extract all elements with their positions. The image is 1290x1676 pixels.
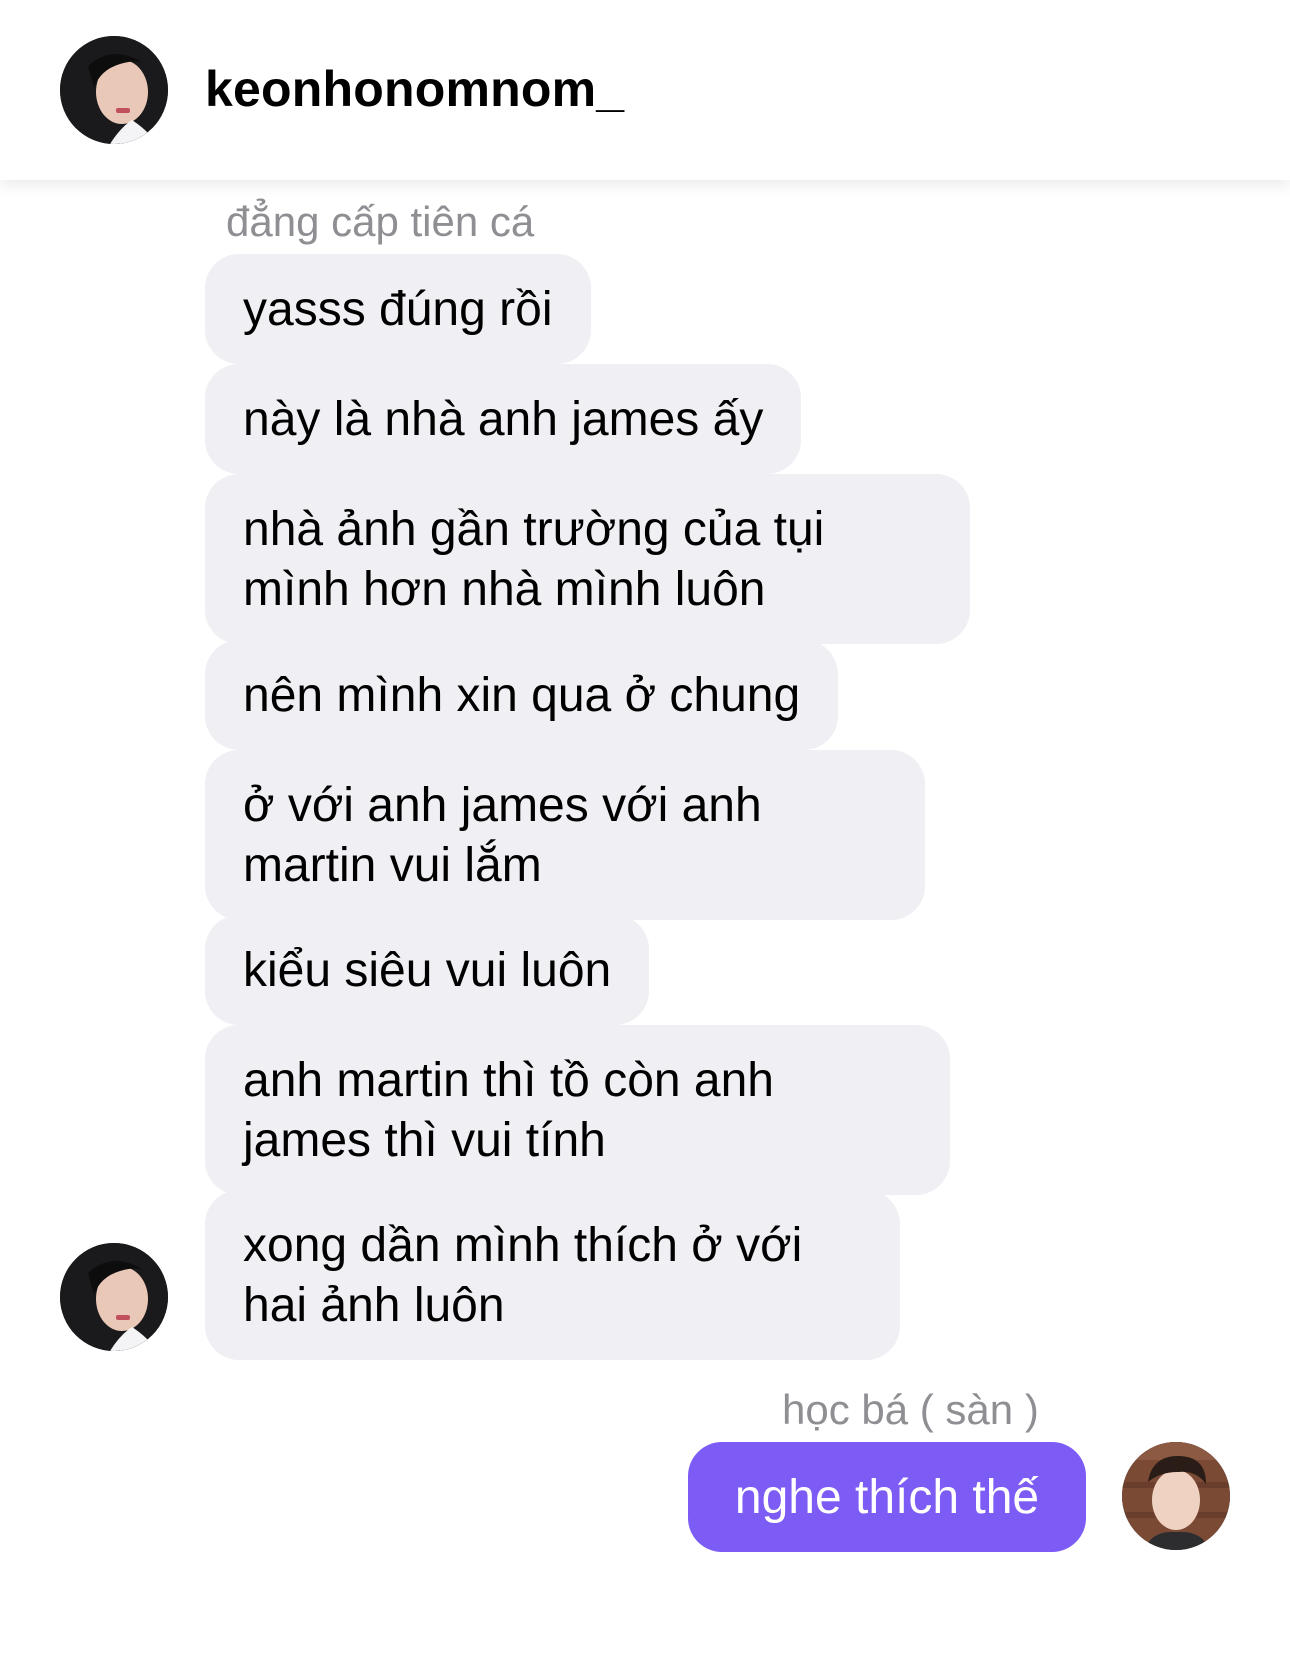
outgoing-sender-label: học bá ( sàn ) <box>782 1386 1039 1433</box>
avatar-photo-icon <box>1122 1442 1230 1550</box>
incoming-message[interactable]: xong dần mình thích ở với hai ảnh luôn <box>205 1190 900 1360</box>
incoming-message[interactable]: yasss đúng rồi <box>205 254 591 364</box>
incoming-message[interactable]: nên mình xin qua ở chung <box>205 640 839 750</box>
avatar-photo-icon <box>60 36 168 144</box>
incoming-message[interactable]: kiểu siêu vui luôn <box>205 915 650 1025</box>
contact-avatar[interactable] <box>60 36 168 144</box>
own-avatar[interactable] <box>1122 1442 1230 1550</box>
incoming-message[interactable]: này là nhà anh james ấy <box>205 364 802 474</box>
avatar-photo-icon <box>60 1243 168 1351</box>
incoming-sender-avatar[interactable] <box>60 1243 168 1351</box>
incoming-message[interactable]: nhà ảnh gần trường của tụi mình hơn nhà … <box>205 474 970 644</box>
chat-header: keonhonomnom_ <box>0 0 1290 180</box>
message-thread: đẳng cấp tiên cá yasss đúng rồi này là n… <box>0 180 1290 1676</box>
incoming-sender-label: đẳng cấp tiên cá <box>226 198 535 245</box>
incoming-message[interactable]: ở với anh james với anh martin vui lắm <box>205 750 925 920</box>
outgoing-message[interactable]: nghe thích thế <box>688 1442 1086 1552</box>
chat-username[interactable]: keonhonomnom_ <box>205 60 624 118</box>
incoming-message[interactable]: anh martin thì tồ còn anh james thì vui … <box>205 1025 950 1195</box>
